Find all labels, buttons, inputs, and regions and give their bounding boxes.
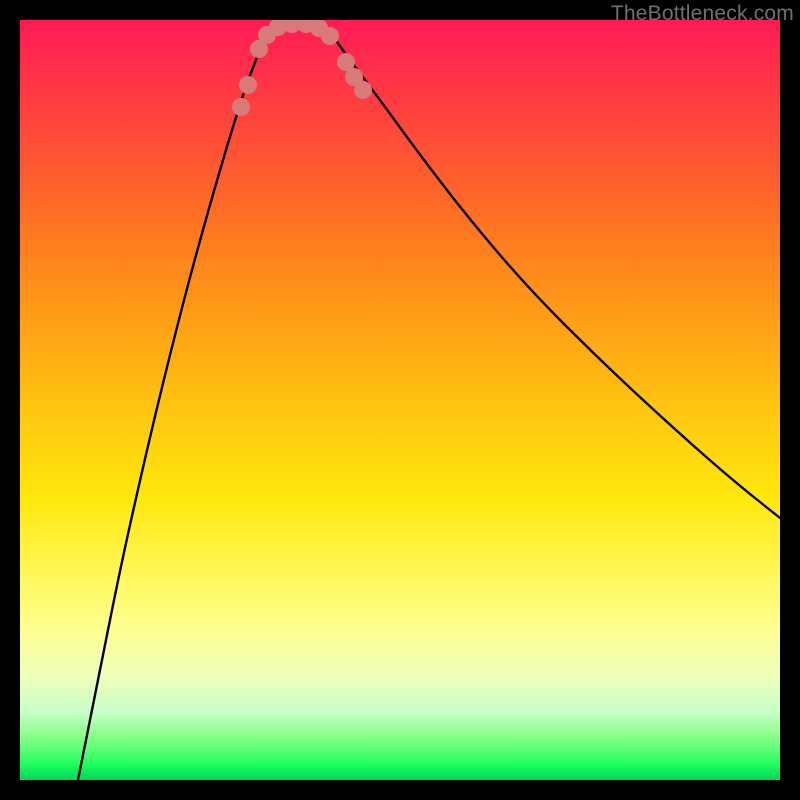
data-marker bbox=[354, 81, 372, 99]
curve-group bbox=[78, 22, 780, 780]
curve-right-branch bbox=[332, 35, 780, 518]
curve-left-branch bbox=[78, 35, 266, 780]
data-marker bbox=[321, 27, 339, 45]
data-marker bbox=[232, 98, 250, 116]
plot-area bbox=[20, 20, 780, 780]
curve-svg bbox=[20, 20, 780, 780]
data-marker bbox=[239, 76, 257, 94]
